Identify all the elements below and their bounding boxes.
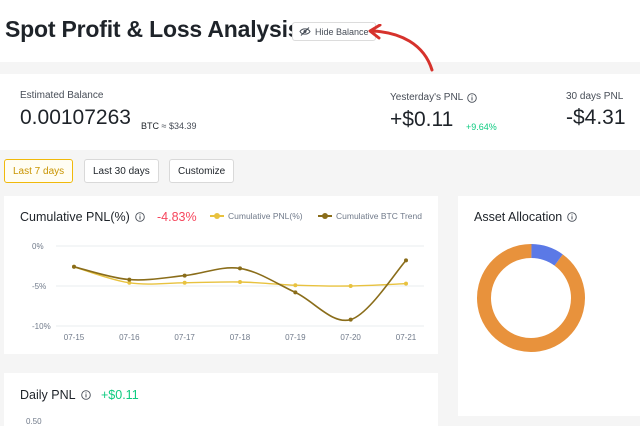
x-tick-label: 07-21 — [396, 333, 417, 342]
annotation-arrow-icon — [368, 24, 434, 72]
x-tick-label: 07-17 — [174, 333, 195, 342]
estimated-balance-value: 0.00107263 — [20, 106, 131, 129]
series-point — [404, 258, 408, 263]
balance-usd: ≈ $34.39 — [161, 121, 197, 131]
daily-pnl-title: Daily PNL — [20, 388, 91, 402]
cumulative-pnl-card: Cumulative PNL(%) -4.83% Cumulative PNL(… — [4, 196, 438, 354]
y-tick-label: -5% — [32, 282, 46, 291]
series-point — [127, 277, 132, 282]
estimated-balance-label: Estimated Balance — [20, 90, 104, 101]
series-point — [238, 266, 242, 271]
cumulative-pnl-chart: 0% -5% -10% 07-15 07-16 07-17 07-18 07-19 07-20 0… — [32, 242, 424, 342]
series-point — [348, 284, 353, 288]
x-tick-label: 07-20 — [340, 333, 361, 342]
range-customize-button[interactable]: Customize — [169, 159, 235, 183]
page-header: Spot Profit & Loss Analysis Hide Balance — [0, 0, 640, 72]
x-tick-label: 07-19 — [285, 333, 306, 342]
series-point — [348, 317, 353, 322]
range-last-7-days-button[interactable]: Last 7 days — [4, 159, 74, 183]
yesterday-pnl-label: Yesterday's PNL — [390, 92, 478, 103]
eye-slash-icon — [299, 27, 311, 36]
balance-card: Estimated Balance 0.00107263 BTC ≈ $34.3… — [0, 74, 640, 150]
asset-allocation-donut — [465, 232, 596, 363]
donut-slice-major[interactable] — [465, 232, 596, 363]
series-point — [404, 281, 408, 286]
yesterday-pnl-value: +$0.11 — [390, 108, 454, 131]
series-point — [293, 283, 298, 288]
info-icon[interactable] — [467, 92, 478, 103]
page-title: Spot Profit & Loss Analysis — [5, 16, 301, 42]
yesterday-pnl-percent: +9.64% — [466, 122, 497, 132]
daily-pnl-title-text: Daily PNL — [20, 388, 76, 402]
x-tick-label: 07-16 — [119, 333, 140, 342]
daily-pnl-value: +$0.11 — [101, 388, 139, 402]
asset-allocation-card: Asset Allocation — [458, 196, 640, 416]
series-point — [72, 264, 76, 269]
series-point — [182, 280, 187, 285]
yesterday-pnl-label-text: Yesterday's PNL — [390, 92, 464, 103]
series-point — [238, 280, 242, 284]
range-last-30-days-button[interactable]: Last 30 days — [84, 159, 159, 183]
daily-pnl-first-tick: 0.50 — [26, 417, 42, 426]
y-tick-label: 0% — [32, 242, 44, 251]
y-tick-label: -10% — [32, 322, 51, 331]
thirty-day-pnl-label: 30 days PNL — [566, 91, 624, 102]
estimated-balance-unit: BTC ≈ $34.39 — [141, 121, 196, 131]
daily-pnl-card: Daily PNL +$0.11 0.50 — [4, 373, 438, 426]
info-icon[interactable] — [80, 390, 91, 400]
thirty-day-pnl-value: -$4.31 — [566, 106, 626, 129]
x-tick-label: 07-18 — [230, 333, 251, 342]
series-point — [293, 290, 298, 295]
series-point — [182, 273, 187, 278]
x-tick-label: 07-15 — [64, 333, 85, 342]
balance-unit: BTC — [141, 121, 159, 131]
